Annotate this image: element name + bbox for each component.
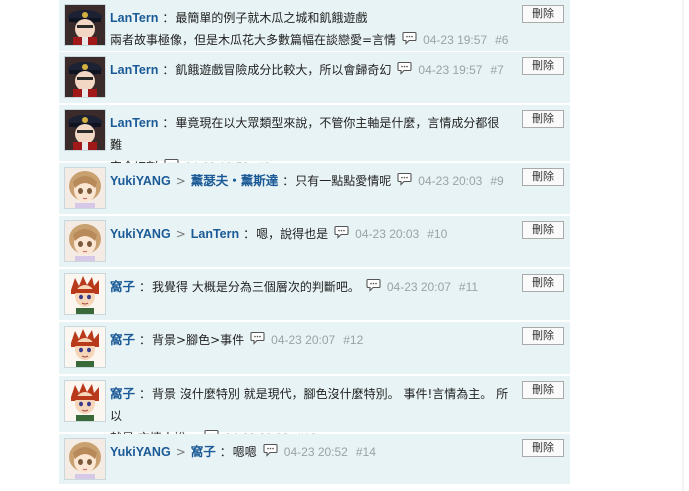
comment-row: 窩子：背景 沒什麼特別 就是現代，腳色沒什麼特別。 事件!言情為主。 所以就是 … — [59, 376, 570, 445]
separator-colon: ： — [282, 174, 295, 188]
reply-to-link[interactable]: 薰瑟夫・薰斯達 — [191, 174, 279, 188]
comment-timestamp: 04-23 19:57 — [418, 63, 483, 77]
username-link[interactable]: 窩子 — [110, 387, 135, 401]
username-link[interactable]: 窩子 — [110, 280, 135, 294]
reply-arrow: > — [175, 227, 186, 241]
comment-body: 窩子 ：背景>腳色>事件 04-23 20:07 #12 — [110, 329, 510, 352]
speech-bubble-icon[interactable] — [250, 330, 265, 352]
delete-button[interactable]: 刪除 — [522, 221, 564, 239]
separator-colon: ： — [139, 387, 152, 401]
separator-colon: ： — [219, 445, 232, 459]
comment-text: 背景 沒什麼特別 就是現代，腳色沒什麼特別。 事件!言情為主。 所以 — [110, 387, 509, 423]
username-link[interactable]: LanTern — [110, 116, 158, 130]
comment-text: 只有一點點愛情呢 — [295, 174, 392, 188]
avatar[interactable] — [64, 220, 106, 262]
avatar[interactable] — [64, 167, 106, 209]
comment-body: YukiYANG > LanTern ：嗯，說得也是 04-23 20:03 #10 — [110, 223, 510, 246]
speech-bubble-icon[interactable] — [263, 442, 278, 464]
floor-number[interactable]: #10 — [427, 227, 447, 241]
comment-body: 窩子 ：我覺得 大概是分為三個層次的判斷吧。 04-23 20:07 #11 — [110, 276, 510, 299]
comment-body: YukiYANG > 窩子 ：嗯嗯 04-23 20:52 #14 — [110, 441, 510, 464]
separator-colon: ： — [162, 11, 175, 25]
comment-row: LanTern ：最簡單的例子就木瓜之城和飢餓遊戲兩者故事極像，但是木瓜花大多數篇… — [59, 0, 570, 52]
avatar[interactable] — [64, 109, 106, 151]
comment-timestamp: 04-23 20:52 — [283, 445, 348, 459]
comment-body: LanTern ：飢餓遊戲冒險成分比較大，所以會歸奇幻 04-23 19:57 #7 — [110, 59, 510, 82]
comment-text-cont: 兩者故事極像，但是木瓜花大多數篇幅在談戀愛=言情 — [110, 33, 397, 47]
delete-button[interactable]: 刪除 — [522, 5, 564, 23]
username-link[interactable]: YukiYANG — [110, 445, 171, 459]
floor-number[interactable]: #12 — [343, 333, 363, 347]
comment-timestamp: 04-23 20:03 — [355, 227, 420, 241]
avatar[interactable] — [64, 326, 106, 368]
separator-colon: ： — [243, 227, 256, 241]
floor-number[interactable]: #14 — [356, 445, 376, 459]
comment-row: LanTern ：飢餓遊戲冒險成分比較大，所以會歸奇幻 04-23 19:57 #7 刪… — [59, 52, 570, 104]
separator-colon: ： — [162, 63, 175, 77]
avatar[interactable] — [64, 273, 106, 315]
page-edge — [682, 0, 684, 491]
comment-text: 我覺得 大概是分為三個層次的判斷吧。 — [152, 280, 360, 294]
avatar[interactable] — [64, 4, 106, 46]
comment-body: LanTern ：最簡單的例子就木瓜之城和飢餓遊戲兩者故事極像，但是木瓜花大多數篇… — [110, 7, 510, 52]
comment-row: 窩子 ：背景>腳色>事件 04-23 20:07 #12 刪除 — [59, 322, 570, 375]
speech-bubble-icon[interactable] — [397, 60, 412, 82]
delete-button[interactable]: 刪除 — [522, 168, 564, 186]
comment-text: 嗯嗯 — [232, 445, 257, 459]
speech-bubble-icon[interactable] — [397, 171, 412, 193]
comment-row: YukiYANG > 薰瑟夫・薰斯達 ：只有一點點愛情呢 04-23 20:03 #9 刪除 — [59, 163, 570, 215]
reply-arrow: > — [175, 174, 186, 188]
reply-to-link[interactable]: 窩子 — [191, 445, 216, 459]
delete-button[interactable]: 刪除 — [522, 57, 564, 75]
separator-colon: ： — [139, 333, 152, 347]
delete-button[interactable]: 刪除 — [522, 110, 564, 128]
comment-timestamp: 04-23 19:57 — [423, 33, 488, 47]
comment-text: 背景>腳色>事件 — [152, 333, 245, 347]
delete-button[interactable]: 刪除 — [522, 274, 564, 292]
comment-body: YukiYANG > 薰瑟夫・薰斯達 ：只有一點點愛情呢 04-23 20:03 #9 — [110, 170, 510, 193]
comment-row: YukiYANG > 窩子 ：嗯嗯 04-23 20:52 #14 刪除 — [59, 434, 570, 485]
comment-timestamp: 04-23 20:07 — [386, 280, 451, 294]
reply-arrow: > — [175, 445, 186, 459]
username-link[interactable]: LanTern — [110, 11, 158, 25]
speech-bubble-icon[interactable] — [402, 30, 417, 52]
comment-row: 窩子 ：我覺得 大概是分為三個層次的判斷吧。 04-23 20:07 #11 刪除 — [59, 269, 570, 321]
username-link[interactable]: 窩子 — [110, 333, 135, 347]
reply-to-link[interactable]: LanTern — [191, 227, 239, 241]
speech-bubble-icon[interactable] — [366, 277, 381, 299]
comment-row: LanTern：畢竟現在以大眾類型來說，不管你主軸是什麼，言情成分都很難完全切割… — [59, 105, 570, 174]
delete-button[interactable]: 刪除 — [522, 327, 564, 345]
delete-button[interactable]: 刪除 — [522, 381, 564, 399]
separator-colon: ： — [139, 280, 152, 294]
delete-button[interactable]: 刪除 — [522, 439, 564, 457]
speech-bubble-icon[interactable] — [334, 224, 349, 246]
comment-row: YukiYANG > LanTern ：嗯，說得也是 04-23 20:03 #10 刪除 — [59, 216, 570, 268]
floor-number[interactable]: #11 — [459, 280, 478, 294]
avatar[interactable] — [64, 380, 106, 422]
separator-colon: ： — [162, 116, 175, 130]
avatar[interactable] — [64, 56, 106, 98]
floor-number[interactable]: #6 — [495, 33, 508, 47]
floor-number[interactable]: #7 — [490, 63, 503, 77]
username-link[interactable]: YukiYANG — [110, 174, 171, 188]
comment-text: 最簡單的例子就木瓜之城和飢餓遊戲 — [175, 11, 368, 25]
comment-timestamp: 04-23 20:07 — [271, 333, 336, 347]
comment-text: 嗯，說得也是 — [256, 227, 329, 241]
username-link[interactable]: YukiYANG — [110, 227, 171, 241]
username-link[interactable]: LanTern — [110, 63, 158, 77]
comment-text: 飢餓遊戲冒險成分比較大，所以會歸奇幻 — [175, 63, 392, 77]
floor-number[interactable]: #9 — [490, 174, 503, 188]
comment-timestamp: 04-23 20:03 — [418, 174, 483, 188]
avatar[interactable] — [64, 438, 106, 480]
